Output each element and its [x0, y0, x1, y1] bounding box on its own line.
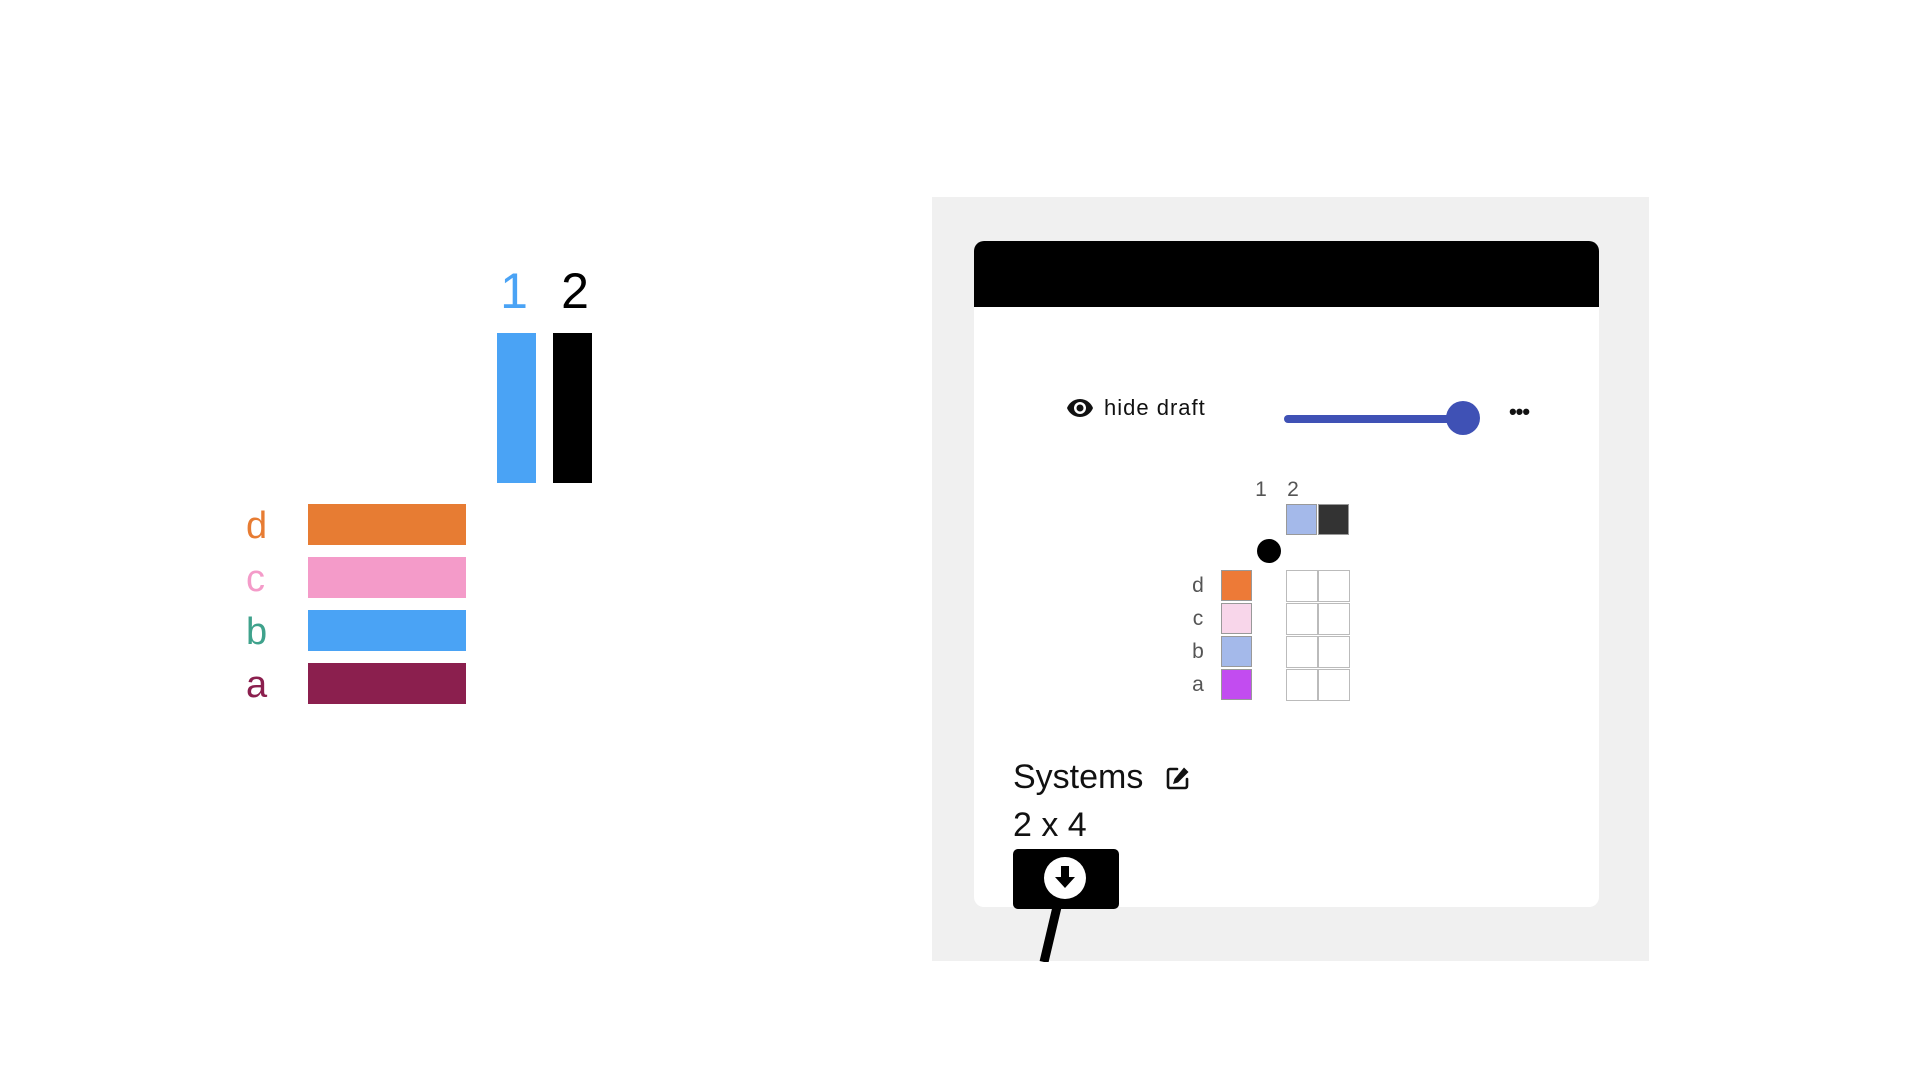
card-header — [974, 241, 1599, 307]
systems-card: hide draft ••• 1 2 d c b a Systems 2 x 4 — [974, 241, 1599, 907]
mini-row-label-d: d — [1192, 574, 1204, 597]
grid-cell[interactable] — [1286, 669, 1318, 701]
grid-cell[interactable] — [1286, 636, 1318, 668]
opacity-slider[interactable] — [1284, 415, 1464, 423]
edit-icon[interactable] — [1165, 765, 1191, 791]
column-label-2: 2 — [561, 263, 589, 319]
column-bar-1 — [497, 333, 536, 483]
mini-row-swatch-c[interactable] — [1221, 603, 1252, 634]
grid-cell[interactable] — [1318, 603, 1350, 635]
grid-cell[interactable] — [1318, 570, 1350, 602]
more-options-button[interactable]: ••• — [1504, 401, 1534, 431]
eye-icon — [1067, 399, 1093, 417]
grid-cell[interactable] — [1318, 669, 1350, 701]
mini-row-label-c: c — [1192, 607, 1204, 630]
download-button[interactable] — [1013, 849, 1119, 909]
row-label-a: a — [246, 664, 268, 706]
mini-row-label-b: b — [1192, 640, 1204, 663]
row-label-b: b — [246, 611, 268, 653]
grid-cell[interactable] — [1286, 570, 1318, 602]
slider-thumb[interactable] — [1446, 401, 1480, 435]
row-label-d: d — [246, 505, 268, 547]
grid-cell[interactable] — [1286, 603, 1318, 635]
mini-row-label-a: a — [1192, 673, 1204, 696]
mini-row-swatch-b[interactable] — [1221, 636, 1252, 667]
cable-decoration — [1039, 907, 1062, 962]
hide-draft-toggle[interactable]: hide draft — [1066, 393, 1206, 423]
mini-column-swatch-2[interactable] — [1318, 504, 1349, 535]
mini-row-swatch-d[interactable] — [1221, 570, 1252, 601]
corner-handle[interactable] — [1257, 539, 1281, 563]
systems-heading: Systems — [1013, 758, 1191, 797]
row-bar-c — [308, 557, 466, 598]
mini-column-label-2: 2 — [1287, 478, 1299, 501]
column-label-1: 1 — [500, 263, 528, 319]
row-bar-a — [308, 663, 466, 704]
mini-row-swatch-a[interactable] — [1221, 669, 1252, 700]
row-bar-b — [308, 610, 466, 651]
grid-cell[interactable] — [1318, 636, 1350, 668]
column-bar-2 — [553, 333, 592, 483]
mini-column-label-1: 1 — [1255, 478, 1267, 501]
row-bar-d — [308, 504, 466, 545]
row-label-c: c — [246, 558, 265, 600]
download-icon — [1044, 857, 1086, 899]
systems-title: Systems — [1013, 758, 1144, 796]
hide-draft-label: hide draft — [1104, 395, 1206, 420]
systems-size: 2 x 4 — [1013, 806, 1087, 844]
mini-column-swatch-1[interactable] — [1286, 504, 1317, 535]
